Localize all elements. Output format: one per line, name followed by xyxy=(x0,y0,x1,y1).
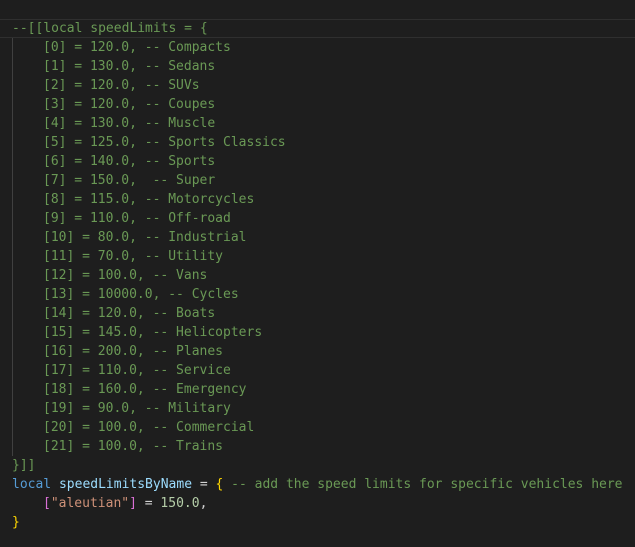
code-line-speed-limit: [18] = 160.0, -- Emergency xyxy=(43,382,247,397)
code-line-speed-limit: [3] = 120.0, -- Coupes xyxy=(43,97,216,112)
code-line-speed-limit: [20] = 100.0, -- Commercial xyxy=(43,420,255,435)
code-line-speed-limit: [21] = 100.0, -- Trains xyxy=(43,439,224,454)
code-line-speed-limit: [2] = 120.0, -- SUVs xyxy=(43,78,200,93)
code-line-speed-limit: [10] = 80.0, -- Industrial xyxy=(43,230,247,245)
code-line-comment-footer: }]] xyxy=(12,458,36,473)
code-line-speed-limit: [0] = 120.0, -- Compacts xyxy=(43,40,231,55)
code-line-speed-limit: [5] = 125.0, -- Sports Classics xyxy=(43,135,286,150)
code-line-declaration: local speedLimitsByName = { -- add the s… xyxy=(12,475,623,494)
code-editor[interactable]: --[[local speedLimits = { [0] = 120.0, -… xyxy=(0,0,635,547)
code-line-speed-limit: [15] = 145.0, -- Helicopters xyxy=(43,325,263,340)
code-line-speed-limit: [1] = 130.0, -- Sedans xyxy=(43,59,216,74)
assign-operator: = xyxy=(199,477,208,492)
code-line-speed-limit: [17] = 110.0, -- Service xyxy=(43,363,231,378)
comma: , xyxy=(199,496,208,511)
code-line-speed-limit: [13] = 10000.0, -- Cycles xyxy=(43,287,239,302)
code-line-comment-header: --[[local speedLimits = { xyxy=(12,21,208,36)
close-bracket: ] xyxy=(129,496,137,511)
code-line-speed-limit: [14] = 120.0, -- Boats xyxy=(43,306,216,321)
code-line-speed-limit: [9] = 110.0, -- Off-road xyxy=(43,211,231,226)
code-line-speed-limit: [7] = 150.0, -- Super xyxy=(43,173,216,188)
code-line-speed-limit: [16] = 200.0, -- Planes xyxy=(43,344,224,359)
variable-name: speedLimitsByName xyxy=(58,477,193,492)
code-line-speed-limit: [11] = 70.0, -- Utility xyxy=(43,249,224,264)
code-line-speed-limit: [8] = 115.0, -- Motorcycles xyxy=(43,192,255,207)
open-brace: { xyxy=(215,477,224,492)
string-key: "aleutian" xyxy=(50,496,130,511)
code-line-speed-limit: [4] = 130.0, -- Muscle xyxy=(43,116,216,131)
open-bracket: [ xyxy=(43,496,51,511)
code-line-speed-limit: [12] = 100.0, -- Vans xyxy=(43,268,208,283)
code-line-speed-limit: [19] = 90.0, -- Military xyxy=(43,401,231,416)
code-line-speed-limit: [6] = 140.0, -- Sports xyxy=(43,154,216,169)
number-value: 150.0 xyxy=(160,496,200,511)
code-line-table-entry: ["aleutian"] = 150.0, xyxy=(43,494,207,513)
indent-guide xyxy=(12,38,13,456)
code-line-close-brace: } xyxy=(12,515,20,530)
keyword-local: local xyxy=(12,477,52,492)
inline-comment: -- add the speed limits for specific veh… xyxy=(231,477,623,492)
assign-operator: = xyxy=(144,496,153,511)
